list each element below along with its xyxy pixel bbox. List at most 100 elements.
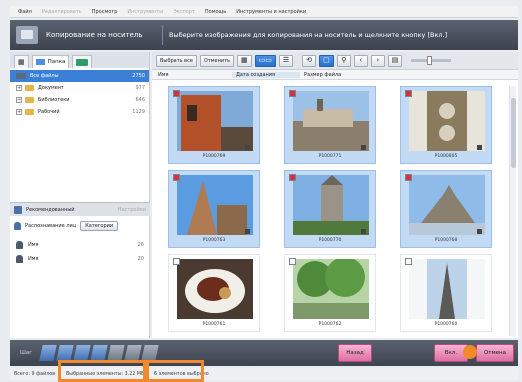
next-icon[interactable]: › [370,54,385,67]
people-header: Распознавание лиц Категории [10,218,150,234]
tree-item-count: 977 [135,85,145,91]
menu-tools[interactable]: Инструменты [127,9,163,15]
deselect-button[interactable]: Отменить [199,54,234,67]
grid-view-icon[interactable]: ▦ [237,54,252,67]
view-toggle-button[interactable]: ▭▭ [254,54,276,67]
photo-caption: P1000760 [434,322,458,327]
photo-tile[interactable]: P1000763 [168,170,260,248]
select-checkbox[interactable] [173,174,180,181]
favorites-header: Рекомендованный Настройки [10,202,150,216]
photo-tile[interactable]: P1000768 [400,170,492,248]
photo-caption: P1000805 [434,154,458,159]
select-checkbox[interactable] [289,90,296,97]
select-all-button[interactable]: Выбрать все [156,54,197,67]
badge-icon [361,145,366,150]
drive-icon [16,73,26,79]
expand-icon[interactable]: + [16,109,22,115]
step-tray: Шаг [20,345,180,361]
highlight-size [58,360,146,382]
tab-folder[interactable]: Папка [31,55,70,68]
menu-edit[interactable]: Редактировать [42,9,82,15]
column-header: Имя Дата создания Размер файла [152,70,518,80]
photo-tile[interactable]: P1000771 [284,86,376,164]
person-row[interactable]: Имя 26 [10,239,150,251]
tree-item-label: Документ [38,85,64,91]
tab-media[interactable] [72,55,93,68]
folder-icon [25,109,34,115]
favorites-label: Рекомендованный [26,206,75,213]
photo-tile[interactable]: P1000805 [400,86,492,164]
zoom-slider[interactable] [411,56,452,65]
select-checkbox[interactable] [289,174,296,181]
select-checkbox[interactable] [405,90,412,97]
content-panel: Выбрать все Отменить ▦ ▭▭ ☰ ⟲ ▢ ⚲ ‹ › ▤ … [152,52,518,338]
back-button[interactable]: Назад [338,344,372,362]
person-icon [16,241,23,249]
vertical-scrollbar[interactable] [509,86,516,336]
select-checkbox[interactable] [173,258,180,265]
select-checkbox[interactable] [405,174,412,181]
photo-caption: P1000770 [318,238,342,243]
photo-tile[interactable]: P1000770 [284,170,376,248]
column-date[interactable]: Дата создания [232,71,300,78]
photo-thumbnail [177,91,253,151]
tree-item-label: Все файлы [30,73,59,79]
column-size[interactable]: Размер файла [300,72,341,78]
rotate-icon[interactable]: ⟲ [302,54,317,67]
photo-caption: P1000761 [202,322,226,327]
menu-view[interactable]: Просмотр [92,9,118,15]
menu-file[interactable]: Файл [18,9,32,15]
step-block [56,345,74,361]
folder-tree: Все файлы 2750 + Документ 977 + Библиоте… [10,68,149,118]
tree-item-desktop[interactable]: + Рабочий 1129 [10,106,149,118]
left-tabs: ▦ Папка [10,52,149,68]
select-checkbox[interactable] [173,90,180,97]
list-view-icon[interactable]: ☰ [278,54,294,67]
favorites-settings[interactable]: Настройки [118,207,146,213]
cancel-button[interactable]: Отмена [476,344,514,362]
tree-item-all[interactable]: Все файлы 2750 [10,70,149,82]
column-name[interactable]: Имя [152,72,232,78]
tray-label: Шаг [20,350,33,356]
person-icon [14,222,21,230]
menu-settings[interactable]: Инструменты и настройки [236,9,306,15]
photo-tile[interactable]: P1000769 [168,86,260,164]
person-row[interactable]: Имя 20 [10,253,150,265]
step-block [124,345,142,361]
folder-icon [25,97,34,103]
highlight-count [146,360,204,382]
select-checkbox[interactable] [289,258,296,265]
photo-thumbnail [409,175,485,235]
tab-folder-label: Папка [47,59,66,65]
photo-tile[interactable]: P1000762 [284,254,376,332]
categories-button[interactable]: Категории [80,221,119,231]
photo-caption: P1000763 [202,238,226,243]
media-icon [76,58,89,66]
tree-item-libraries[interactable]: + Библиотеки 646 [10,94,149,106]
menu-bar: Файл Редактировать Просмотр Инструменты … [10,6,518,18]
person-count: 26 [137,242,144,248]
scrollbar-thumb[interactable] [511,98,516,168]
photo-thumbnail [177,175,253,235]
badge-icon [477,145,482,150]
expand-icon[interactable]: + [16,97,22,103]
prev-icon[interactable]: ‹ [353,54,368,67]
tree-item-count: 646 [135,97,145,103]
tab-grid[interactable]: ▦ [14,55,29,68]
tree-item-label: Рабочий [38,109,60,115]
photo-thumbnail [293,175,369,235]
badge-icon [245,229,250,234]
photo-tile[interactable]: P1000761 [168,254,260,332]
step-block [73,345,91,361]
thumbnail-view-icon[interactable]: ▢ [319,54,334,67]
tile-icon[interactable]: ▤ [387,54,403,67]
expand-icon[interactable]: + [16,85,22,91]
tree-item-documents[interactable]: + Документ 977 [10,82,149,94]
menu-export[interactable]: Экспорт [173,9,195,15]
photo-tile[interactable]: P1000760 [400,254,492,332]
select-checkbox[interactable] [405,258,412,265]
step-block [90,345,108,361]
menu-help[interactable]: Помощь [205,9,226,15]
zoom-slider-knob[interactable] [427,56,433,65]
info-icon[interactable]: ⚲ [336,54,351,67]
